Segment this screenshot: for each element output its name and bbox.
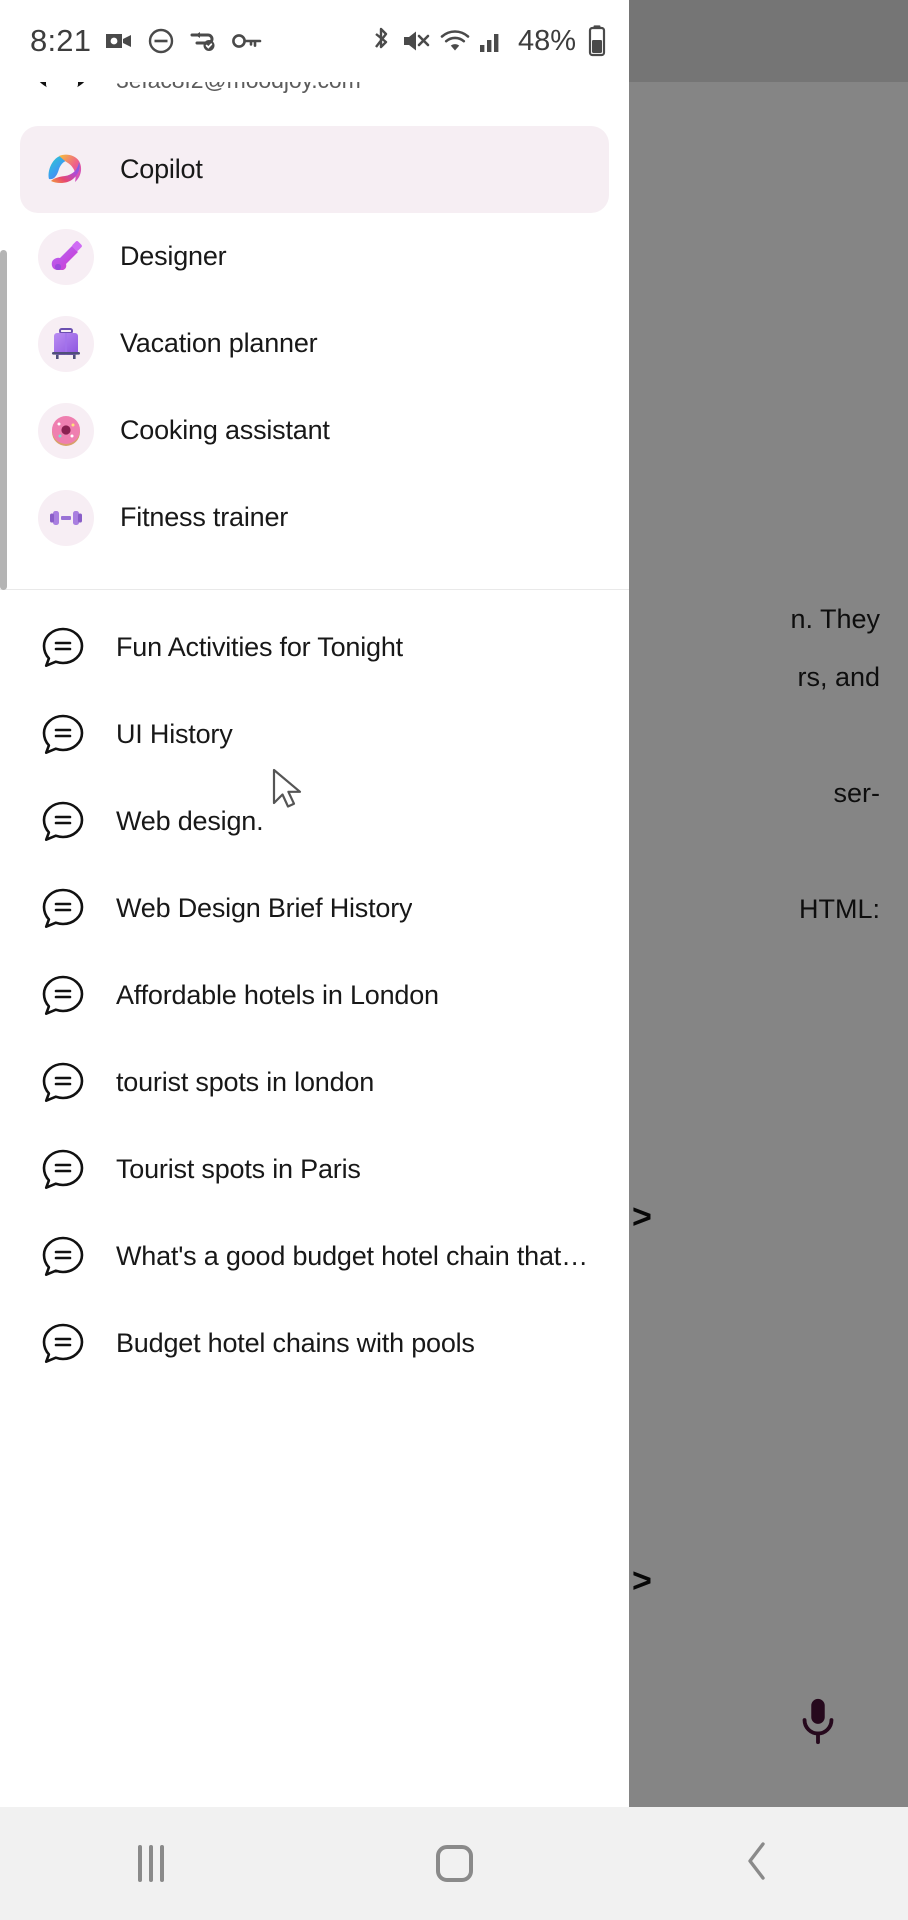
app-label: Fitness trainer	[120, 502, 289, 532]
designer-icon	[38, 228, 94, 285]
history-item[interactable]: UI History	[20, 691, 609, 778]
history-item[interactable]: Tourist spots in Paris	[20, 1126, 609, 1213]
app-list: Copilot Designer Vacation planner Cookin…	[0, 116, 629, 561]
history-item[interactable]: Web design.	[20, 778, 609, 865]
history-item-label: Affordable hotels in London	[116, 980, 439, 1010]
app-label: Vacation planner	[120, 328, 318, 358]
drawer-scrollbar[interactable]	[0, 250, 7, 590]
history-item[interactable]: Affordable hotels in London	[20, 952, 609, 1039]
android-nav-bar	[0, 1807, 908, 1920]
app-label: Copilot	[120, 154, 203, 184]
history-item-label: Web Design Brief History	[116, 893, 413, 923]
back-button[interactable]	[605, 1840, 908, 1887]
history-item-label: tourist spots in london	[116, 1067, 375, 1097]
recents-icon	[138, 1845, 165, 1882]
chat-bubble-icon	[38, 623, 88, 673]
history-item-label: Tourist spots in Paris	[116, 1154, 361, 1184]
history-item-label: Fun Activities for Tonight	[116, 632, 403, 662]
status-bar-left: 8:21	[30, 23, 263, 59]
app-item-copilot[interactable]: Copilot	[20, 126, 609, 213]
chat-bubble-icon	[38, 971, 88, 1021]
camera-icon	[104, 29, 134, 53]
app-item-vacation-planner[interactable]: Vacation planner	[20, 300, 609, 387]
home-icon	[435, 1845, 473, 1882]
chat-bubble-icon	[38, 797, 88, 847]
navigation-drawer: 8:21 48% Copilot Designer Vacation plann…	[0, 0, 629, 1807]
app-item-cooking-assistant[interactable]: Cooking assistant	[20, 387, 609, 474]
history-item[interactable]: Fun Activities for Tonight	[20, 604, 609, 691]
app-item-designer[interactable]: Designer	[20, 213, 609, 300]
drawer-scrim[interactable]	[629, 0, 908, 1807]
vpn-icon	[188, 28, 218, 54]
dumbbell-icon	[38, 489, 94, 546]
app-label: Designer	[120, 241, 227, 271]
history-item-label: UI History	[116, 719, 233, 749]
app-label: Cooking assistant	[120, 415, 330, 445]
chat-bubble-icon	[38, 1058, 88, 1108]
chat-history-list: Fun Activities for Tonight UI History We…	[0, 590, 629, 1387]
app-item-fitness-trainer[interactable]: Fitness trainer	[20, 474, 609, 561]
chat-bubble-icon	[38, 710, 88, 760]
history-item-label: What's a good budget hotel chain that us…	[116, 1241, 591, 1271]
chat-bubble-icon	[38, 1145, 88, 1195]
status-bar-dim-strip	[629, 0, 908, 82]
recents-button[interactable]	[0, 1845, 303, 1882]
do-not-disturb-icon	[147, 27, 175, 55]
wifi-icon	[440, 28, 470, 54]
suitcase-icon	[38, 315, 94, 372]
chat-bubble-icon	[38, 1319, 88, 1369]
chat-bubble-icon	[38, 1232, 88, 1282]
back-icon	[744, 1840, 770, 1887]
chat-bubble-icon	[38, 884, 88, 934]
copilot-icon	[38, 142, 94, 198]
history-item[interactable]: Budget hotel chains with pools	[20, 1300, 609, 1387]
bluetooth-icon	[370, 26, 392, 56]
status-bar-right: 48%	[370, 25, 607, 58]
status-bar: 8:21 48%	[0, 0, 629, 82]
history-item-label: Budget hotel chains with pools	[116, 1328, 475, 1358]
history-item[interactable]: Web Design Brief History	[20, 865, 609, 952]
signal-icon	[479, 28, 505, 54]
status-bar-clock: 8:21	[30, 23, 92, 58]
mute-icon	[401, 27, 431, 55]
history-item[interactable]: tourist spots in london	[20, 1039, 609, 1126]
history-item[interactable]: What's a good budget hotel chain that us…	[20, 1213, 609, 1300]
phone-screen: n. They rs, and ser- HTML: > > 8:21 48% …	[0, 0, 908, 1920]
home-button[interactable]	[303, 1845, 606, 1882]
battery-percent-label: 48%	[517, 24, 576, 57]
key-icon	[231, 30, 263, 52]
donut-icon	[38, 402, 94, 459]
battery-icon	[587, 25, 607, 57]
history-item-label: Web design.	[116, 806, 264, 836]
